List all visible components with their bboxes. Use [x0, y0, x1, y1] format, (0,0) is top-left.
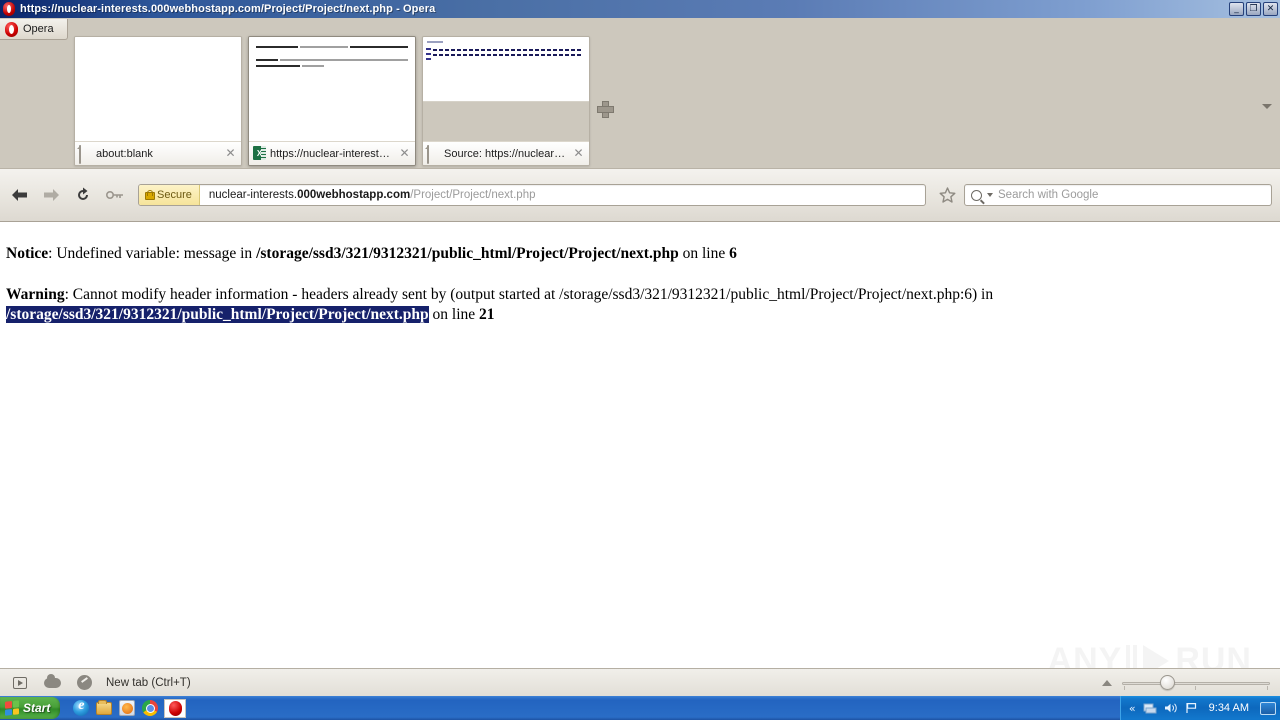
window-controls: _ ❐ ✕: [1229, 2, 1278, 16]
caret-up-icon[interactable]: [1102, 680, 1112, 686]
url-display[interactable]: nuclear-interests.000webhostapp.com/Proj…: [200, 189, 536, 201]
plus-icon[interactable]: [597, 101, 614, 118]
opera-icon[interactable]: [164, 698, 187, 718]
page-icon: [79, 145, 92, 164]
php-error-output: Notice: Undefined variable: message in /…: [0, 222, 1280, 324]
internet-explorer-icon[interactable]: [72, 698, 90, 717]
opera-menu-button[interactable]: Opera: [0, 19, 68, 40]
tab-strip: Source: https://nuclear-… ✕: [423, 141, 589, 165]
page-icon: [427, 145, 440, 164]
player-icon[interactable]: [8, 673, 32, 693]
quick-launch-bar: [72, 698, 187, 718]
status-hint-text: New tab (Ctrl+T): [106, 676, 191, 689]
lock-icon: [145, 190, 155, 200]
warning-on-line: on line: [428, 305, 480, 323]
search-icon: [971, 189, 982, 201]
tab-strip: X https://nuclear-interest… ✕: [249, 141, 415, 165]
opera-logo-icon: [4, 21, 19, 37]
opera-browser-window: Opera about:blank ✕ X https://nuclear-in…: [0, 18, 1280, 696]
chrome-icon[interactable]: [141, 699, 159, 717]
zoom-slider[interactable]: [1122, 675, 1270, 690]
url-host-prefix: nuclear-interests.: [208, 189, 298, 201]
browser-status-bar: New tab (Ctrl+T): [0, 668, 1280, 696]
window-titlebar: https://nuclear-interests.000webhostapp.…: [0, 0, 1280, 18]
security-badge-label: Secure: [157, 189, 192, 201]
arrow-left-icon[interactable]: [6, 182, 32, 208]
tab-title: Source: https://nuclear-…: [444, 147, 568, 160]
warning-line-number: 21: [479, 305, 495, 323]
tray-expand-chevron-icon[interactable]: «: [1129, 702, 1136, 715]
tab-close-button[interactable]: ✕: [572, 147, 585, 160]
warning-file-selected-part2: Project/Project/next.php: [266, 305, 429, 323]
tab-thumbnail: [249, 37, 415, 143]
close-button[interactable]: ✕: [1263, 2, 1278, 16]
volume-icon[interactable]: [1164, 702, 1178, 714]
tab-strip: about:blank ✕: [75, 141, 241, 165]
tab-close-button[interactable]: ✕: [398, 147, 411, 160]
warning-file-selected-part1: /storage/ssd3/321/9312321/public_html/: [6, 305, 267, 323]
taskbar-clock[interactable]: 9:34 AM: [1209, 702, 1249, 714]
chevron-down-icon[interactable]: [987, 193, 993, 197]
tab-card-view-source[interactable]: Source: https://nuclear-… ✕: [422, 36, 590, 166]
tab-thumbnail: [423, 37, 589, 143]
cloud-icon[interactable]: [40, 673, 64, 693]
minimize-button[interactable]: _: [1229, 2, 1244, 16]
notice-message: : Undefined variable: message in: [48, 245, 257, 262]
navigation-toolbar: Secure nuclear-interests.000webhostapp.c…: [0, 168, 1280, 222]
notice-line-number: 6: [729, 245, 737, 262]
opera-menu-label: Opera: [23, 23, 54, 35]
tab-card-about-blank[interactable]: about:blank ✕: [74, 36, 242, 166]
page-viewport: Notice: Undefined variable: message in /…: [0, 222, 1280, 686]
zoom-controls: [1102, 669, 1270, 697]
zoom-slider-handle[interactable]: [1160, 675, 1175, 690]
security-badge[interactable]: Secure: [139, 185, 200, 205]
window-title: https://nuclear-interests.000webhostapp.…: [20, 3, 436, 15]
file-explorer-icon[interactable]: [95, 699, 113, 717]
system-tray: « 9:34 AM: [1119, 696, 1280, 720]
flag-icon[interactable]: [1185, 702, 1198, 714]
opera-icon: [1, 1, 17, 17]
arrow-right-icon[interactable]: [38, 182, 64, 208]
notice-file: /storage/ssd3/321/9312321/public_html/Pr…: [256, 245, 679, 262]
tab-close-button[interactable]: ✕: [224, 147, 237, 160]
tab-title: about:blank: [96, 147, 153, 160]
url-host-domain: 000webhostapp.com: [297, 189, 411, 201]
tab-card-php-page[interactable]: X https://nuclear-interest… ✕: [248, 36, 416, 166]
star-icon[interactable]: [934, 182, 960, 208]
windows-taskbar: Start « 9:34 AM: [0, 696, 1280, 720]
reload-icon[interactable]: [70, 182, 96, 208]
tab-thumbnail: [75, 37, 241, 143]
php-notice-line: Notice: Undefined variable: message in /…: [6, 244, 1280, 263]
warning-message: : Cannot modify header information - hea…: [64, 286, 994, 304]
show-desktop-icon[interactable]: [1260, 701, 1276, 715]
restore-button[interactable]: ❐: [1246, 2, 1261, 16]
windows-logo-icon: [5, 700, 19, 716]
notice-label: Notice: [6, 245, 49, 262]
search-box[interactable]: Search with Google: [964, 184, 1272, 206]
url-path: /Project/Project/next.php: [410, 189, 536, 201]
key-icon[interactable]: [102, 182, 128, 208]
search-input[interactable]: Search with Google: [998, 189, 1098, 201]
tab-bar: Opera about:blank ✕ X https://nuclear-in…: [0, 18, 1280, 168]
warning-label: Warning: [6, 286, 65, 304]
address-bar[interactable]: Secure nuclear-interests.000webhostapp.c…: [138, 184, 926, 206]
start-button-label: Start: [23, 701, 51, 715]
tab-title: https://nuclear-interest…: [270, 147, 390, 160]
media-player-icon[interactable]: [118, 699, 136, 717]
spreadsheet-icon: X: [253, 146, 266, 161]
start-button[interactable]: Start: [0, 697, 61, 719]
chevron-down-icon[interactable]: [1262, 104, 1272, 109]
php-warning-line: Warning: Cannot modify header informatio…: [6, 285, 1280, 324]
zoom-slider-track[interactable]: [1122, 682, 1270, 685]
notice-on-line: on line: [678, 245, 730, 262]
speed-dial-icon[interactable]: [72, 673, 96, 693]
network-icon[interactable]: [1143, 702, 1157, 714]
